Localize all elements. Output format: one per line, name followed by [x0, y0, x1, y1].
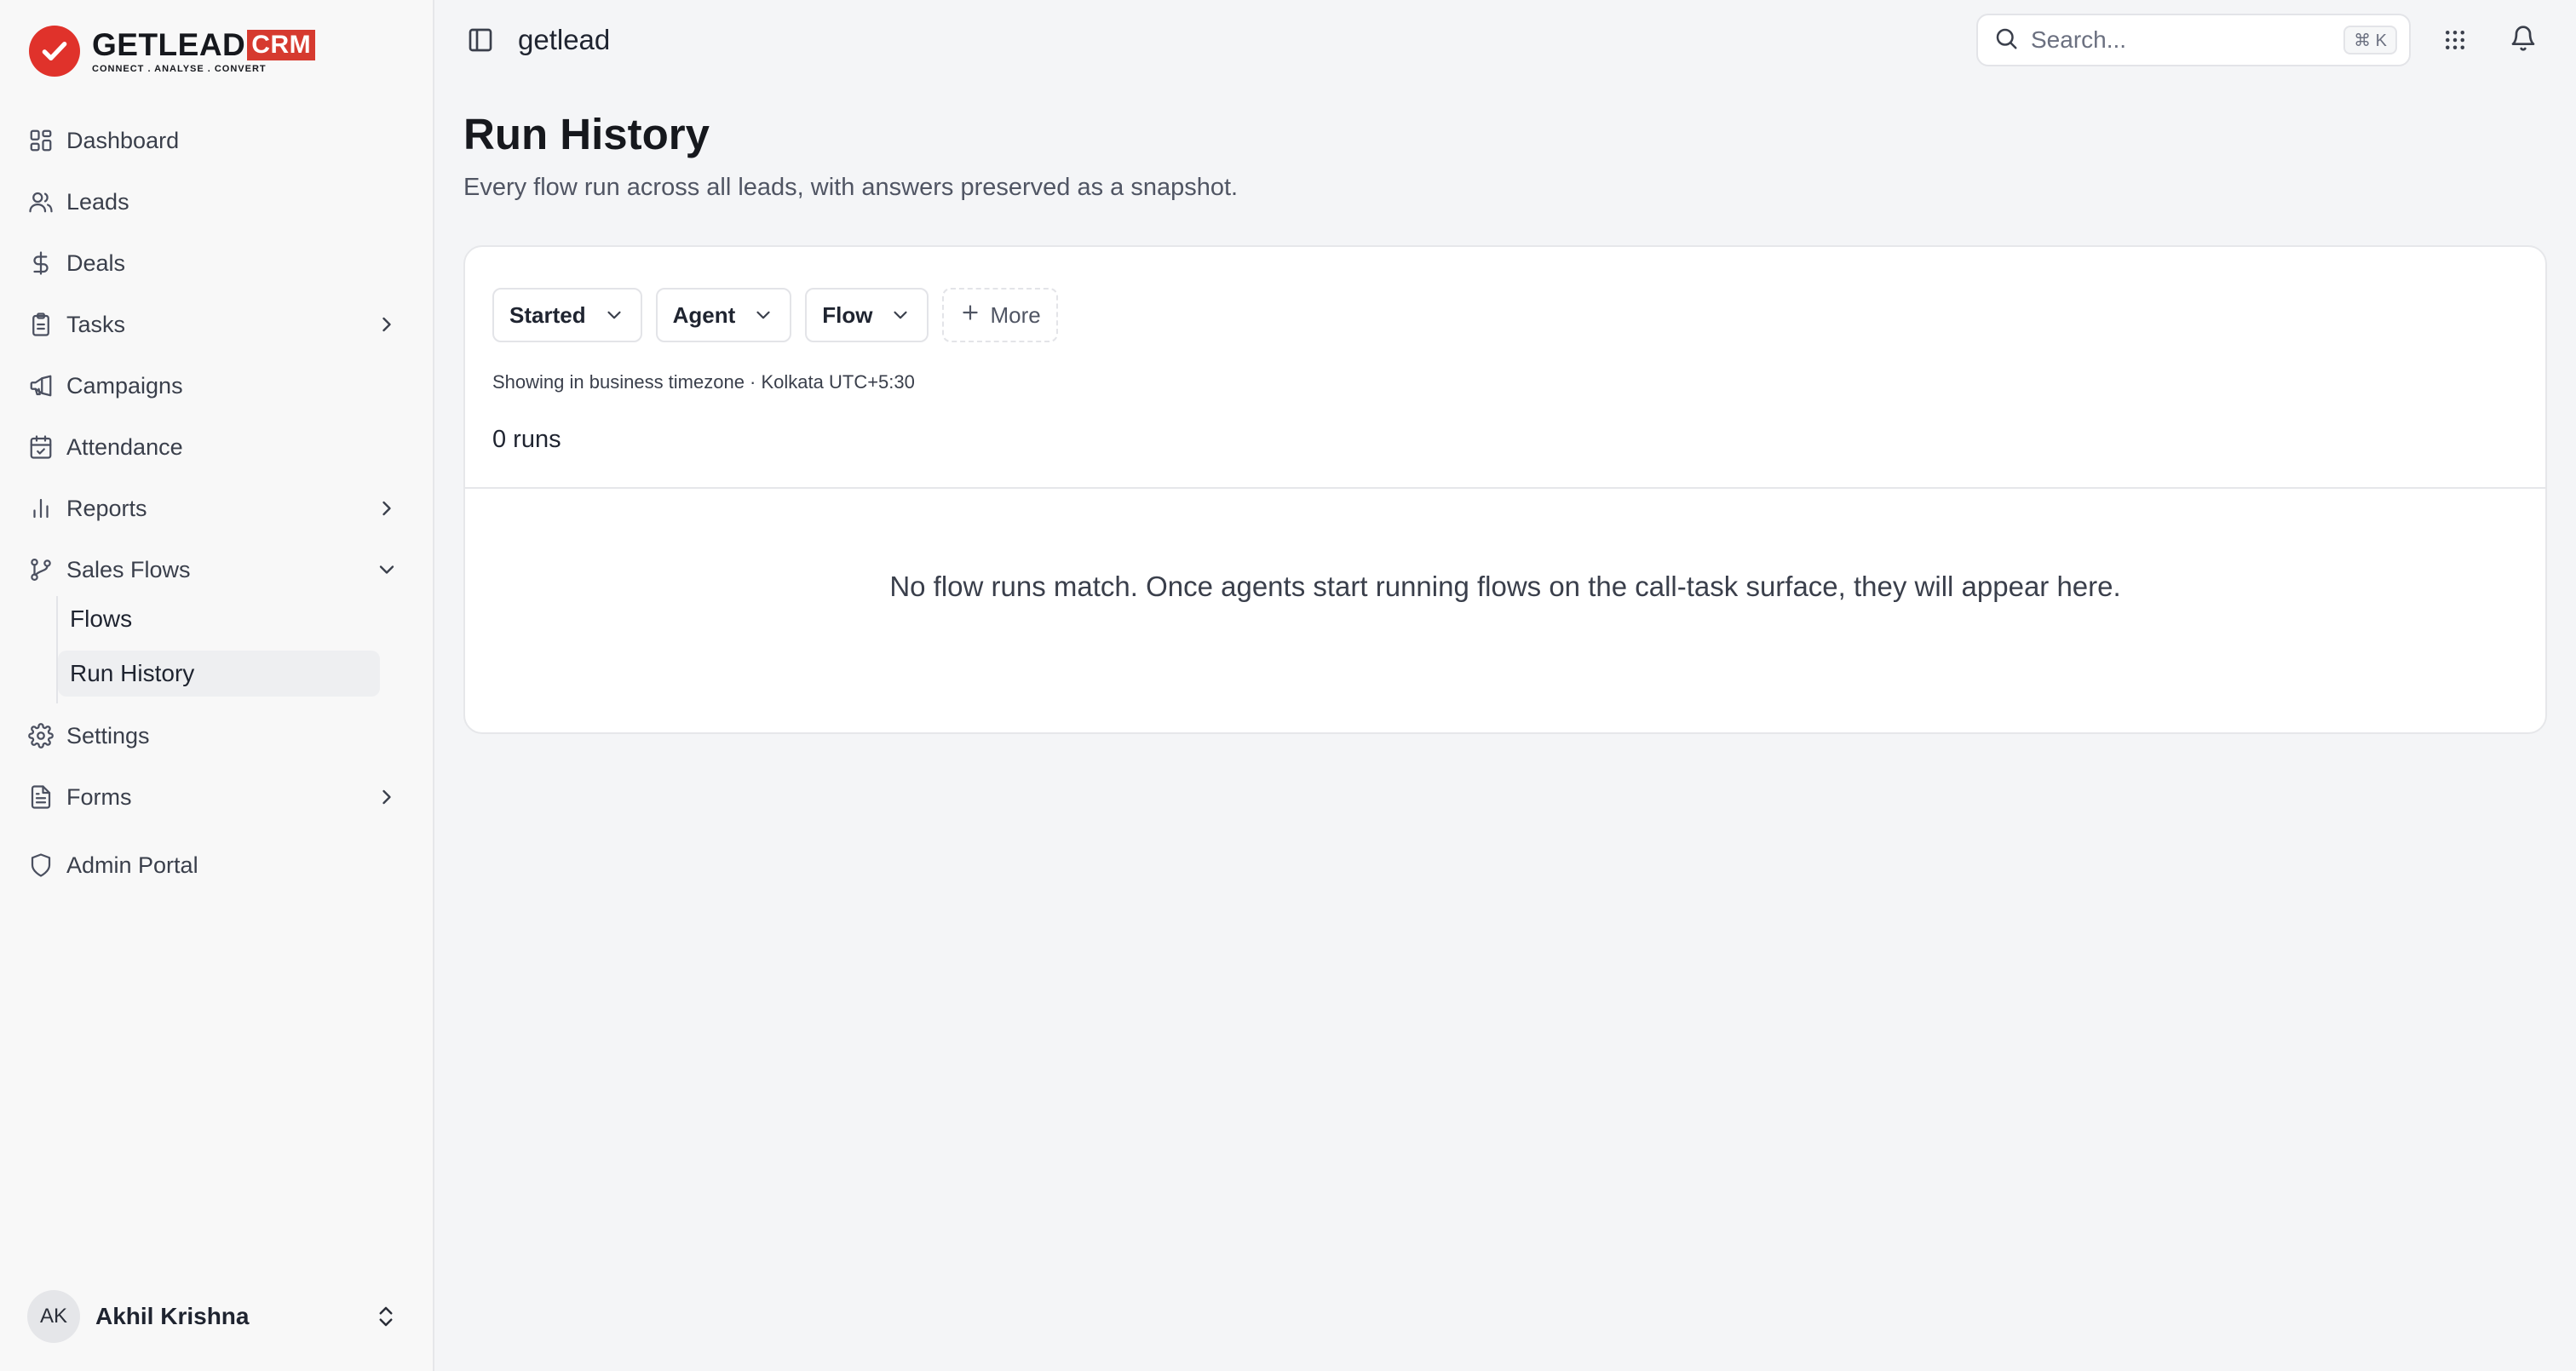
sidebar-toggle-button[interactable] [463, 24, 497, 58]
bell-icon [2510, 25, 2537, 54]
search-box[interactable]: ⌘ K [1976, 14, 2411, 66]
sidebar-item-sales-flows[interactable]: Sales Flows [27, 546, 411, 594]
app-root: GETLEAD CRM CONNECT . ANALYSE . CONVERT … [0, 0, 2576, 1371]
git-branch-icon [27, 556, 55, 583]
empty-state-message: No flow runs match. Once agents start ru… [889, 571, 2121, 602]
user-menu[interactable]: AK Akhil Krishna [27, 1289, 411, 1344]
page-title: Run History [463, 110, 710, 158]
sidebar-item-label: Dashboard [66, 127, 180, 153]
notifications-button[interactable] [2506, 22, 2540, 56]
page-subtitle: Every flow run across all leads, with an… [463, 174, 1239, 201]
sidebar-item-label: Admin Portal [66, 852, 198, 878]
search-icon [1993, 26, 2019, 55]
calendar-check-icon [27, 433, 55, 461]
chevron-down-icon [889, 304, 911, 326]
avatar: AK [27, 1290, 80, 1343]
sidebar-item-label: Deals [66, 250, 126, 276]
apps-button[interactable] [2438, 24, 2472, 58]
sidebar-item-attendance[interactable]: Attendance [27, 423, 411, 471]
sidebar: GETLEAD CRM CONNECT . ANALYSE . CONVERT … [0, 0, 434, 1371]
megaphone-icon [27, 372, 55, 399]
grid-icon [27, 127, 55, 154]
shield-icon [27, 852, 55, 879]
sidebar-item-deals[interactable]: Deals [27, 239, 411, 287]
card-divider [465, 487, 2545, 489]
clipboard-icon [27, 311, 55, 338]
chevron-right-icon [375, 496, 399, 520]
chevron-down-icon [752, 304, 774, 326]
filter-agent-button[interactable]: Agent [655, 288, 792, 342]
gear-icon [27, 722, 55, 749]
plus-icon [959, 301, 981, 330]
sidebar-item-tasks[interactable]: Tasks [27, 301, 411, 348]
timezone-note: Showing in business timezone · Kolkata U… [492, 371, 915, 393]
grid-dots-icon [2442, 27, 2468, 55]
run-history-card: Started Agent Flow More Showing in busin… [463, 245, 2547, 734]
sidebar-item-label: Leads [66, 188, 129, 215]
search-shortcut: ⌘ K [2343, 26, 2397, 54]
filter-label: Started [509, 301, 586, 328]
sidebar-subitem-flows[interactable]: Flows [58, 596, 380, 642]
sidebar-item-label: Sales Flows [66, 556, 191, 582]
brand-name: GETLEAD [92, 27, 246, 62]
sidebar-item-settings[interactable]: Settings [27, 712, 411, 760]
brand-tagline: CONNECT . ANALYSE . CONVERT [92, 64, 267, 74]
sidebar-item-label: Attendance [66, 433, 183, 460]
sidebar-item-forms[interactable]: Forms [27, 773, 411, 821]
bar-chart-icon [27, 495, 55, 522]
sidebar-item-label: Tasks [66, 311, 126, 337]
check-badge-icon [29, 26, 80, 77]
chevron-right-icon [375, 785, 399, 809]
sidebar-item-campaigns[interactable]: Campaigns [27, 362, 411, 410]
main-content: getlead ⌘ K Run History Every flow run a… [434, 0, 2576, 1371]
filter-flow-button[interactable]: Flow [805, 288, 929, 342]
workspace-name: getlead [518, 24, 611, 55]
filter-started-button[interactable]: Started [492, 288, 642, 342]
dollar-icon [27, 250, 55, 277]
sidebar-item-leads[interactable]: Leads [27, 178, 411, 226]
filter-bar: Started Agent Flow More [492, 288, 1058, 342]
chevron-down-icon [603, 304, 625, 326]
sidebar-item-reports[interactable]: Reports [27, 485, 411, 532]
chevrons-up-down-icon [373, 1304, 399, 1329]
sidebar-item-admin-portal[interactable]: Admin Portal [27, 841, 411, 889]
chevron-right-icon [375, 313, 399, 336]
sidebar-item-label: Campaigns [66, 372, 183, 399]
topbar: getlead ⌘ K [434, 0, 2576, 82]
panel-left-icon [467, 26, 494, 56]
brand-logo[interactable]: GETLEAD CRM CONNECT . ANALYSE . CONVERT [29, 26, 316, 77]
more-filters-button[interactable]: More [942, 288, 1058, 342]
filter-label: Flow [822, 301, 873, 328]
sidebar-item-label: Reports [66, 495, 147, 521]
search-input[interactable] [2031, 26, 2320, 54]
more-filters-label: More [990, 301, 1041, 328]
file-text-icon [27, 783, 55, 811]
runs-count: 0 runs [492, 426, 561, 453]
sidebar-item-label: Settings [66, 722, 150, 749]
sidebar-item-label: Forms [66, 783, 132, 810]
brand-text: GETLEAD CRM CONNECT . ANALYSE . CONVERT [92, 27, 316, 74]
chevron-down-icon [375, 558, 399, 582]
filter-label: Agent [672, 301, 736, 328]
user-name: Akhil Krishna [95, 1303, 250, 1329]
brand-badge: CRM [247, 30, 316, 60]
users-icon [27, 188, 55, 215]
sidebar-item-dashboard[interactable]: Dashboard [27, 117, 411, 164]
sidebar-subitem-run-history[interactable]: Run History [58, 651, 380, 697]
